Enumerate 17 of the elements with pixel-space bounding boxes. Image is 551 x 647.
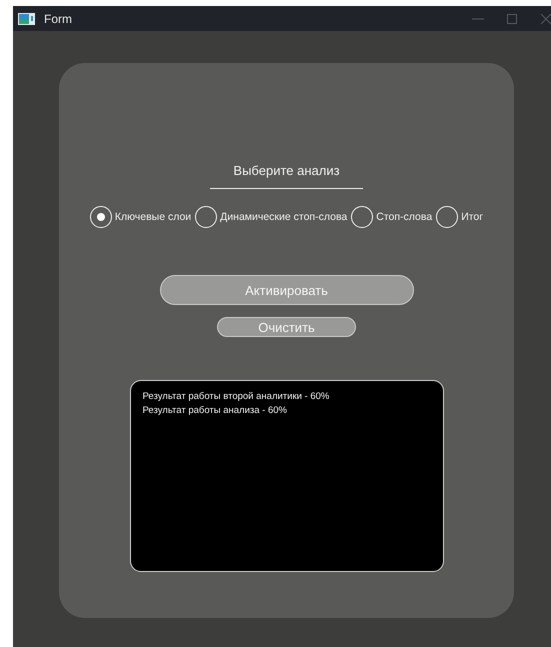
radio-label: Динамические стоп-слова (220, 211, 348, 223)
radio-option[interactable]: Динамические стоп-слова (195, 206, 348, 228)
radio-label: Стоп-слова (376, 211, 432, 223)
radio-circle[interactable] (195, 206, 218, 228)
radio-circle[interactable] (90, 206, 112, 228)
window-title: Form (44, 12, 73, 26)
output-line: Результат работы второй аналитики - 60% (142, 390, 330, 404)
radio-option[interactable]: Ключевые слои (90, 206, 192, 228)
radio-label: Ключевые слои (114, 211, 192, 223)
radio-circle[interactable] (436, 206, 458, 228)
heading: Выберите анализ (210, 163, 363, 189)
radio-option[interactable]: Итог (436, 206, 484, 228)
radio-label: Итог (461, 211, 484, 223)
app-icon (18, 12, 35, 24)
radio-option[interactable]: Стоп-слова (351, 206, 432, 228)
output-line: Результат работы анализа - 60% (142, 404, 288, 418)
radio-circle[interactable] (351, 206, 374, 228)
